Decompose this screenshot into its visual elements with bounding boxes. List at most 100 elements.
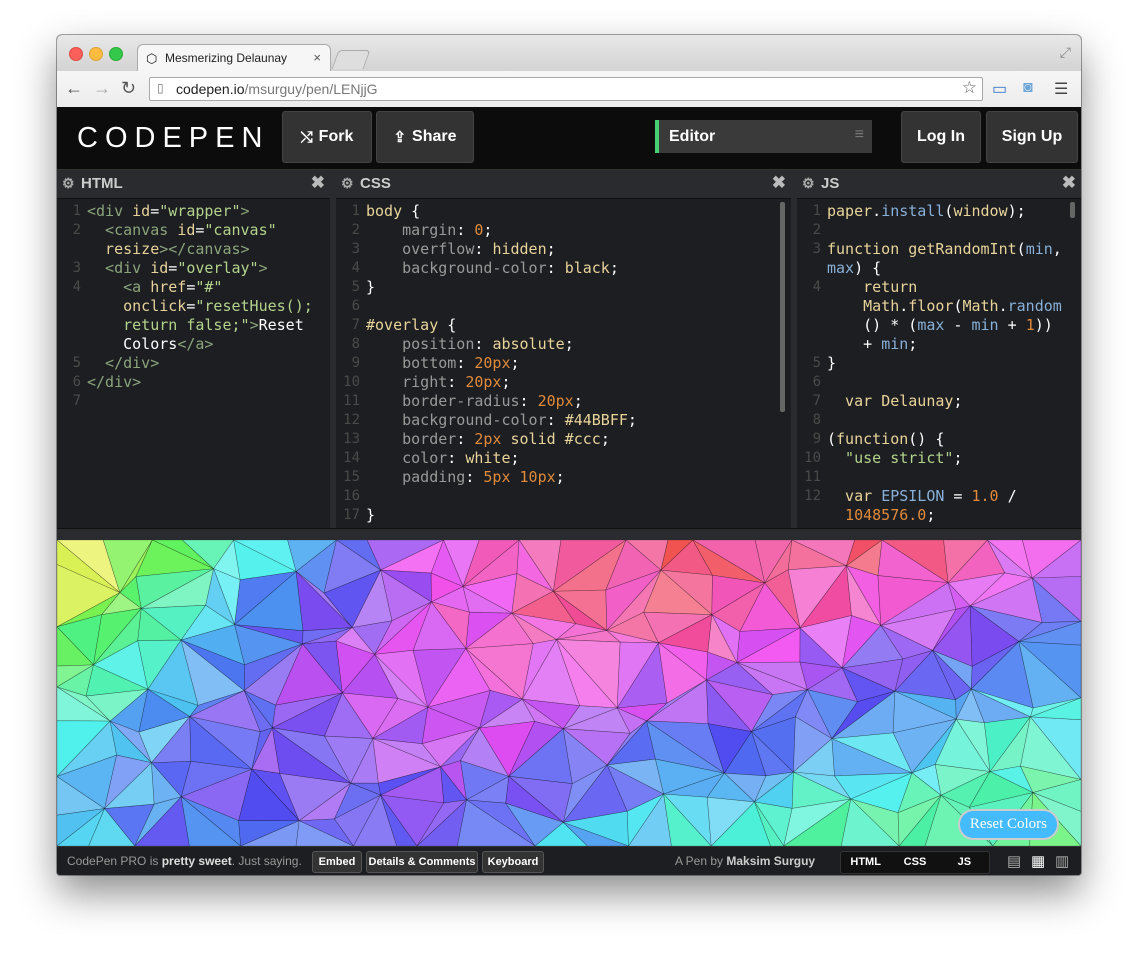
code-line[interactable]: 10 "use strict"; — [797, 449, 1081, 468]
view-css-button[interactable]: CSS — [890, 852, 939, 873]
code-line[interactable]: 1 paper.install(window); — [797, 202, 1081, 221]
code-line[interactable]: resize></canvas> — [57, 240, 330, 259]
code-line[interactable]: 11 — [797, 468, 1081, 487]
tab-close-icon[interactable]: × — [313, 50, 321, 65]
js-scrollbar[interactable] — [1070, 202, 1075, 218]
code-line[interactable]: 14 color: white; — [336, 449, 791, 468]
fullscreen-icon[interactable]: ⤢ — [1060, 44, 1071, 61]
forward-arrow-icon[interactable]: → — [93, 78, 111, 99]
code-line[interactable]: 3 function getRandomInt(min, — [797, 240, 1081, 259]
codepen-logo[interactable]: CODEPEN — [77, 122, 269, 155]
code-line[interactable]: return false;">Reset — [57, 316, 330, 335]
css-pane[interactable]: ⚙ CSS ✖ 1 body {2 margin: 0; 3 overflow: h… — [336, 170, 791, 528]
editor-view-dropdown[interactable]: Editor ≡ — [655, 120, 872, 153]
code-line[interactable]: 12 var EPSILON = 1.0 / — [797, 487, 1081, 506]
browser-tab[interactable]: ⬡ Mesmerizing Delaunay × — [137, 44, 331, 72]
line-number — [57, 297, 87, 316]
code-line[interactable]: 2 — [797, 221, 1081, 240]
reload-icon[interactable]: ↻ — [121, 78, 136, 99]
code-line[interactable]: + min; — [797, 335, 1081, 354]
code-line[interactable]: 4 <a href="#" — [57, 278, 330, 297]
zoom-window-button[interactable] — [109, 47, 123, 61]
layout-right-icon[interactable]: ▥ — [1055, 852, 1069, 870]
code-line[interactable]: 4 return — [797, 278, 1081, 297]
code-token: return false;" — [87, 316, 250, 334]
code-line[interactable]: 1 body { — [336, 202, 791, 221]
code-line[interactable]: Colors</a> — [57, 335, 330, 354]
cast-icon[interactable]: ▭ — [992, 79, 1007, 99]
bookmark-star-icon[interactable]: ☆ — [962, 78, 977, 98]
preview-canvas[interactable]: Reset Colors — [57, 540, 1081, 846]
pro-promo[interactable]: CodePen PRO is pretty sweet. Just saying… — [67, 854, 302, 868]
code-line[interactable]: 7 var Delaunay; — [797, 392, 1081, 411]
view-js-button[interactable]: JS — [940, 852, 989, 873]
code-token: ; — [546, 240, 556, 258]
keyboard-button[interactable]: Keyboard — [482, 851, 544, 873]
menu-icon[interactable]: ☰ — [1054, 79, 1068, 99]
code-line[interactable]: 15 padding: 5px 10px; — [336, 468, 791, 487]
code-line[interactable]: 9 (function() { — [797, 430, 1081, 449]
close-pane-icon[interactable]: ✖ — [1062, 173, 1076, 193]
code-line[interactable]: 3 <div id="overlay"> — [57, 259, 330, 278]
minimize-window-button[interactable] — [89, 47, 103, 61]
code-line[interactable]: 7 #overlay { — [336, 316, 791, 335]
code-line[interactable]: 17} — [336, 506, 791, 525]
signup-button[interactable]: Sign Up — [986, 111, 1078, 163]
embed-button[interactable]: Embed — [312, 851, 362, 873]
code-line[interactable]: 12 background-color: #44BBFF; — [336, 411, 791, 430]
camera-icon[interactable]: ◙ — [1023, 79, 1033, 97]
view-html-button[interactable]: HTML — [841, 852, 890, 873]
address-bar[interactable]: ▯ codepen.io/msurguy/pen/LENjjG ☆ — [149, 77, 983, 101]
code-line[interactable]: 9 bottom: 20px; — [336, 354, 791, 373]
code-text: max) { — [827, 259, 881, 278]
back-arrow-icon[interactable]: ← — [65, 78, 83, 99]
code-line[interactable]: 2 margin: 0; — [336, 221, 791, 240]
code-token: - — [944, 316, 972, 334]
share-label: Share — [412, 128, 457, 145]
close-pane-icon[interactable]: ✖ — [772, 173, 786, 193]
close-window-button[interactable] — [69, 47, 83, 61]
login-button[interactable]: Log In — [901, 111, 981, 163]
new-tab-button[interactable] — [331, 50, 371, 69]
gear-icon[interactable]: ⚙ — [802, 175, 815, 192]
code-line[interactable]: onclick="resetHues(); — [57, 297, 330, 316]
gear-icon[interactable]: ⚙ — [62, 175, 75, 192]
code-line[interactable]: 11 border-radius: 20px; — [336, 392, 791, 411]
js-pane[interactable]: ⚙ JS ✖ 1 paper.install(window); 2 3 function… — [797, 170, 1081, 528]
code-line[interactable]: 5} — [336, 278, 791, 297]
html-pane[interactable]: ⚙ HTML ✖ 1 <div id="wrapper"> 2 <canvas id… — [57, 170, 330, 528]
css-code-editor[interactable]: 1 body {2 margin: 0; 3 overflow: hidden; 4 … — [336, 202, 791, 528]
js-code-editor[interactable]: 1 paper.install(window); 2 3 function getRan… — [797, 202, 1081, 528]
code-line[interactable]: max) { — [797, 259, 1081, 278]
code-line[interactable]: Math.floor(Math.random — [797, 297, 1081, 316]
code-line[interactable]: 3 overflow: hidden; — [336, 240, 791, 259]
code-line[interactable]: 1 <div id="wrapper"> — [57, 202, 330, 221]
code-line[interactable]: 13 border: 2px solid #ccc; — [336, 430, 791, 449]
code-line[interactable]: 5} — [797, 354, 1081, 373]
code-line[interactable]: 8 position: absolute; — [336, 335, 791, 354]
code-line[interactable]: () * (max - min + 1)) — [797, 316, 1081, 335]
fork-button[interactable]: ⤭ Fork — [282, 111, 372, 163]
close-pane-icon[interactable]: ✖ — [311, 173, 325, 193]
code-line[interactable]: 10 right: 20px; — [336, 373, 791, 392]
css-scrollbar[interactable] — [780, 202, 785, 412]
code-line[interactable]: 16 — [336, 487, 791, 506]
layout-left-icon[interactable]: ▤ — [1007, 852, 1021, 870]
author-link[interactable]: Maksim Surguy — [726, 854, 815, 868]
layout-top-icon[interactable]: ▦ — [1031, 852, 1045, 870]
details-comments-button[interactable]: Details & Comments — [366, 851, 478, 873]
code-line[interactable]: 6 — [797, 373, 1081, 392]
pen-byline: A Pen by Maksim Surguy — [675, 854, 815, 868]
share-button[interactable]: ⇪ Share — [376, 111, 474, 163]
code-line[interactable]: 2 <canvas id="canvas" — [57, 221, 330, 240]
html-code-editor[interactable]: 1 <div id="wrapper"> 2 <canvas id="canvas"… — [57, 202, 330, 528]
code-line[interactable]: 6 </div> — [57, 373, 330, 392]
code-line[interactable]: 4 background-color: black; — [336, 259, 791, 278]
code-line[interactable]: 8 — [797, 411, 1081, 430]
code-line[interactable]: 5 </div> — [57, 354, 330, 373]
code-line[interactable]: 6 — [336, 297, 791, 316]
reset-colors-button[interactable]: Reset Colors — [957, 809, 1059, 840]
gear-icon[interactable]: ⚙ — [341, 175, 354, 192]
code-line[interactable]: 7 — [57, 392, 330, 411]
code-line[interactable]: 1048576.0; — [797, 506, 1081, 525]
